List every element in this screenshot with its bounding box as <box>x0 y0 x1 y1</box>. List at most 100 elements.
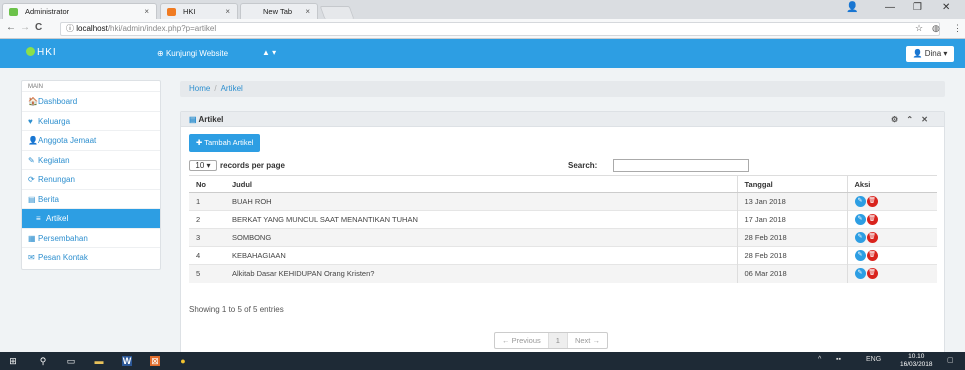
minimize-icon[interactable]: — <box>885 2 895 13</box>
home-icon: 🏠 <box>28 97 38 106</box>
pagination: ← Previous 1 Next → <box>494 332 608 349</box>
column-header-judul[interactable]: Judul <box>225 175 737 193</box>
cell-tanggal: 28 Feb 2018 <box>736 228 847 247</box>
tab-favicon-icon <box>167 8 176 16</box>
delete-icon[interactable]: 🗑 <box>866 214 878 225</box>
sidebar-item-dashboard[interactable]: 🏠Dashboard <box>22 91 160 111</box>
search-input[interactable] <box>613 159 749 172</box>
previous-page-button[interactable]: ← Previous <box>495 333 548 348</box>
notification-icon[interactable]: ▢ <box>947 356 954 364</box>
profile-icon[interactable]: 👤 <box>846 2 858 13</box>
edit-icon[interactable]: ✎ <box>854 268 866 280</box>
new-tab-button[interactable] <box>319 6 355 19</box>
tab-new-tab[interactable]: New Tab × <box>240 3 318 19</box>
sidebar-item-label: Pesan Kontak <box>38 253 88 262</box>
bookmark-star-icon[interactable]: ☆ <box>915 23 923 34</box>
delete-icon[interactable]: 🗑 <box>866 196 878 207</box>
tab-administrator[interactable]: Administrator × <box>2 3 157 19</box>
delete-icon[interactable]: 🗑 <box>866 232 878 243</box>
sidebar-item-label: Keluarga <box>38 116 71 126</box>
panel-title: Artikel <box>198 115 224 124</box>
user-icon: 👤 <box>28 136 38 145</box>
column-header-no[interactable]: No <box>189 175 225 193</box>
add-article-button[interactable]: ✚ Tambah Artikel <box>189 134 261 152</box>
browser-tab-strip: Administrator × HKI × New Tab × 👤 — ❐ ✕ <box>0 0 965 19</box>
tab-close-icon[interactable]: × <box>305 4 310 20</box>
envelope-icon: ✉ <box>28 253 35 262</box>
articles-table: No Judul Tanggal Aksi 1 BUAH ROH 13 Jan … <box>189 175 937 283</box>
chrome-icon[interactable]: ● <box>178 356 188 366</box>
language-indicator[interactable]: ENG <box>866 356 881 363</box>
records-value: 10 <box>195 161 205 170</box>
url-input[interactable]: ⓘ localhost/hki/admin/index.php?p=artike… <box>60 22 940 36</box>
address-bar: ← → C ⓘ localhost/hki/admin/index.php?p=… <box>0 19 965 39</box>
search-icon[interactable]: ⚲ <box>38 356 48 366</box>
windows-taskbar: ⊞ ⚲ ▭ ▬ W ⊠ ● ^ ▪▪ ENG 10.10 16/03/2018 … <box>0 352 965 370</box>
back-icon[interactable]: ← <box>6 22 16 33</box>
breadcrumb-home-link[interactable]: Home <box>189 84 210 93</box>
tab-label: Administrator <box>25 7 70 16</box>
site-info-icon[interactable]: ⓘ <box>66 24 74 33</box>
sidebar-item-anggota-jemaat[interactable]: 👤Anggota Jemaat <box>22 130 160 150</box>
extension-icon[interactable]: ◍ <box>932 23 940 34</box>
user-icon: 👤 <box>912 49 923 58</box>
visit-website-link[interactable]: ⊕ Kunjungi Website <box>157 49 228 58</box>
sidebar-item-persembahan[interactable]: ▦ Persembahan <box>22 227 160 248</box>
task-view-icon[interactable]: ▭ <box>66 356 76 366</box>
word-icon[interactable]: W <box>122 356 132 366</box>
cell-no: 3 <box>189 228 225 247</box>
reload-icon[interactable]: C <box>35 22 42 33</box>
cell-aksi: ✎ 🗑 <box>846 210 937 229</box>
globe-icon: ⊕ <box>157 49 164 58</box>
maximize-icon[interactable]: ❐ <box>913 2 922 13</box>
sidebar-item-artikel[interactable]: ≡ Artikel <box>22 208 160 228</box>
edit-icon[interactable]: ✎ <box>854 196 866 207</box>
edit-icon[interactable]: ✎ <box>854 232 866 243</box>
article-icon: ≡ <box>36 214 41 223</box>
brand-text: HKI <box>37 47 57 58</box>
brand-logo[interactable]: HKI <box>26 47 57 58</box>
tab-close-icon[interactable]: × <box>225 4 230 20</box>
start-icon[interactable]: ⊞ <box>8 356 18 366</box>
clock-date: 16/03/2018 <box>900 361 933 368</box>
sidebar-item-berita[interactable]: ▤ Berita <box>22 188 160 209</box>
panel-tools-icons[interactable]: ⚙ ⌃ ✕ <box>891 112 928 127</box>
edit-icon[interactable]: ✎ <box>854 250 866 261</box>
close-window-icon[interactable]: ✕ <box>942 2 950 13</box>
cell-judul: KEBAHAGIAAN <box>225 246 737 265</box>
tray-arrow-icon[interactable]: ^ <box>818 356 821 363</box>
next-page-button[interactable]: Next → <box>566 333 607 348</box>
app-navbar: HKI ⊕ Kunjungi Website ▲ ▾ 👤 Dina ▾ <box>0 39 965 68</box>
edit-icon[interactable]: ✎ <box>854 214 866 225</box>
visit-website-label: Kunjungi Website <box>165 49 229 58</box>
user-menu-button[interactable]: 👤 Dina ▾ <box>906 46 954 62</box>
sidebar-item-pesan-kontak[interactable]: ✉ Pesan Kontak <box>22 247 160 267</box>
tab-hki[interactable]: HKI × <box>160 3 238 19</box>
notifications-dropdown[interactable]: ▲ ▾ <box>262 48 276 57</box>
column-header-tanggal[interactable]: Tanggal <box>736 175 847 193</box>
page-1-button[interactable]: 1 <box>547 333 567 348</box>
records-per-page-select[interactable]: 10 ▾ <box>189 160 217 171</box>
delete-icon[interactable]: 🗑 <box>866 250 878 261</box>
sidebar-item-keluarga[interactable]: ♥ Keluarga <box>22 110 160 131</box>
browser-menu-icon[interactable]: ⋮ <box>953 23 962 34</box>
sidebar-item-renungan[interactable]: ⟳ Renungan <box>22 169 160 189</box>
records-per-page: 10 ▾ records per page <box>189 160 285 171</box>
tab-label: HKI <box>183 7 196 16</box>
app-icon[interactable]: ⊠ <box>150 356 160 366</box>
sidebar-item-kegiatan[interactable]: ✎ Kegiatan <box>22 149 160 170</box>
sidebar-item-label: Persembahan <box>38 233 88 243</box>
tray-icons[interactable]: ▪▪ <box>836 356 841 363</box>
cell-tanggal: 06 Mar 2018 <box>736 264 847 283</box>
file-explorer-icon[interactable]: ▬ <box>94 356 104 366</box>
table-row: 1 BUAH ROH 13 Jan 2018 ✎ 🗑 <box>189 192 937 211</box>
system-clock[interactable]: 10.10 16/03/2018 <box>900 353 933 369</box>
cell-judul: BUAH ROH <box>225 192 737 211</box>
table-row: 4 KEBAHAGIAAN 28 Feb 2018 ✎ 🗑 <box>189 246 937 265</box>
tab-close-icon[interactable]: × <box>144 4 149 20</box>
forward-icon[interactable]: → <box>20 22 30 33</box>
delete-icon[interactable]: 🗑 <box>866 268 878 280</box>
clock-time: 10.10 <box>908 353 925 360</box>
sidebar-item-label: Anggota Jemaat <box>38 136 97 145</box>
sidebar-section-main: MAIN <box>28 84 43 90</box>
